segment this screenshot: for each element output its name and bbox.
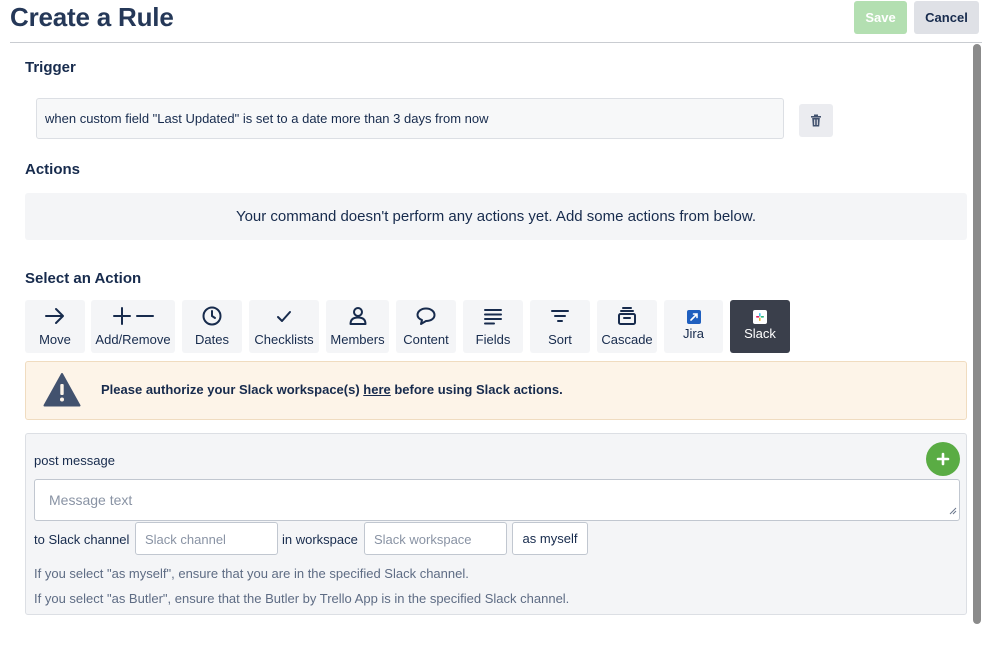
trigger-heading: Trigger xyxy=(25,59,76,76)
page-header: Create a Rule Save Cancel xyxy=(10,0,982,43)
lines-icon xyxy=(463,305,523,327)
warning-message: Please authorize your Slack workspace(s)… xyxy=(101,382,563,397)
tab-label: Checklists xyxy=(254,332,314,347)
vertical-scrollbar[interactable] xyxy=(973,44,981,624)
stack-icon xyxy=(597,305,657,327)
tab-label: Fields xyxy=(475,332,511,347)
tab-label: Slack xyxy=(744,326,776,341)
tab-jira[interactable]: Jira xyxy=(664,300,723,353)
tab-label: Add/Remove xyxy=(95,332,171,347)
tab-label: Members xyxy=(330,332,385,347)
hint-as-butler: If you select "as Butler", ensure that t… xyxy=(34,591,570,606)
tab-label: Content xyxy=(403,332,449,347)
slack-icon xyxy=(730,310,790,324)
cancel-button[interactable]: Cancel xyxy=(914,1,979,34)
select-action-heading: Select an Action xyxy=(25,270,142,287)
add-action-button[interactable] xyxy=(926,442,960,476)
message-text-input[interactable]: Message text xyxy=(34,479,960,521)
tab-members[interactable]: Members xyxy=(326,300,389,353)
authorize-link[interactable]: here xyxy=(363,382,390,397)
in-workspace-label: in workspace xyxy=(282,532,358,547)
tab-slack[interactable]: Slack xyxy=(730,300,790,353)
tab-add-remove[interactable]: Add/Remove xyxy=(91,300,175,353)
warning-icon xyxy=(43,372,81,413)
tab-move[interactable]: Move xyxy=(25,300,85,353)
slack-workspace-input[interactable]: Slack workspace xyxy=(364,522,507,555)
jira-icon xyxy=(664,310,723,324)
plus-icon xyxy=(936,452,950,466)
post-message-label: post message xyxy=(34,453,115,468)
tab-label: Dates xyxy=(195,332,229,347)
resize-handle-icon[interactable] xyxy=(949,502,957,518)
tab-checklists[interactable]: Checklists xyxy=(249,300,319,353)
slack-authorization-warning: Please authorize your Slack workspace(s)… xyxy=(25,361,967,420)
slack-channel-input[interactable]: Slack channel xyxy=(135,522,278,555)
clock-icon xyxy=(182,305,242,327)
tab-label: Sort xyxy=(548,332,572,347)
delete-trigger-button[interactable] xyxy=(799,104,833,137)
checkmark-icon xyxy=(249,305,319,327)
hint-as-myself: If you select "as myself", ensure that y… xyxy=(34,566,469,581)
trash-icon xyxy=(811,114,821,127)
tab-label: Move xyxy=(39,332,71,347)
tab-cascade[interactable]: Cascade xyxy=(597,300,657,353)
post-as-selector[interactable]: as myself xyxy=(512,522,588,555)
tab-label: Jira xyxy=(683,326,704,341)
person-icon xyxy=(326,305,389,327)
plus-minus-icon xyxy=(91,305,175,327)
to-slack-channel-label: to Slack channel xyxy=(34,532,130,547)
tab-label: Cascade xyxy=(601,332,653,347)
tab-sort[interactable]: Sort xyxy=(530,300,590,353)
actions-heading: Actions xyxy=(25,161,81,178)
tab-content[interactable]: Content xyxy=(396,300,456,353)
trigger-description: when custom field "Last Updated" is set … xyxy=(36,98,784,139)
post-message-action-card: post message Message text to Slack chann… xyxy=(25,433,967,615)
arrow-right-icon xyxy=(25,305,85,327)
actions-empty-message: Your command doesn't perform any actions… xyxy=(25,193,967,240)
tab-dates[interactable]: Dates xyxy=(182,300,242,353)
tab-fields[interactable]: Fields xyxy=(463,300,523,353)
speech-bubble-icon xyxy=(396,305,456,327)
save-button[interactable]: Save xyxy=(854,1,907,34)
page-title: Create a Rule xyxy=(10,2,174,32)
sort-icon xyxy=(530,305,590,327)
